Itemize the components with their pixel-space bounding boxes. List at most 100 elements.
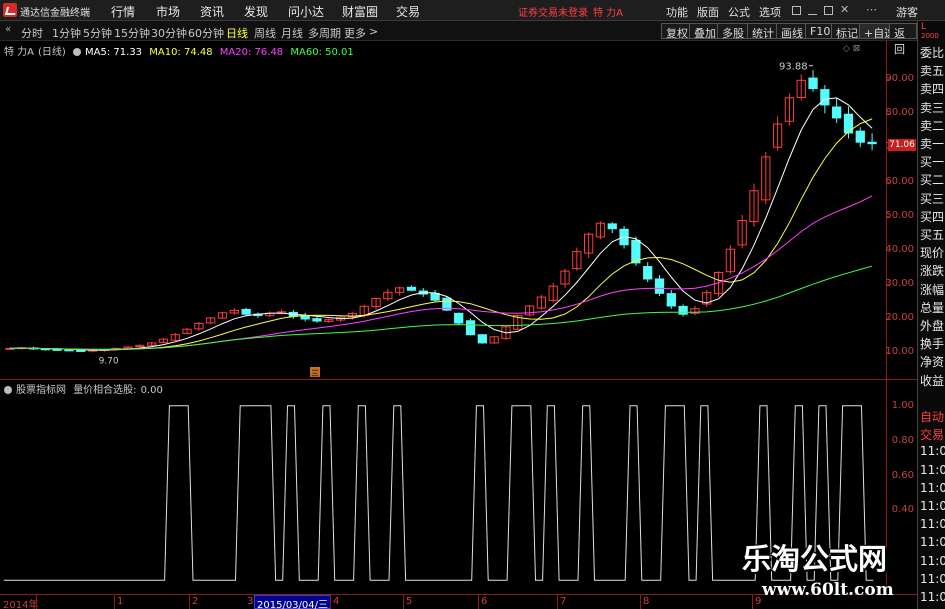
high-price-label: 93.88 xyxy=(779,62,808,73)
menu-item-ask[interactable]: 问小达 xyxy=(288,3,324,20)
period-30min[interactable]: 30分钟 xyxy=(151,25,187,41)
indicator-settings-icon[interactable] xyxy=(4,386,12,394)
site-watermark: 乐淘公式网 www.60lt.com xyxy=(728,528,918,608)
side-panel-row: 买五 xyxy=(920,228,945,242)
candle-body xyxy=(312,318,322,322)
period-monthly[interactable]: 月线 xyxy=(281,25,303,41)
legend-ma20: MA20: 76.48 xyxy=(219,47,284,58)
period-more[interactable]: 更多 xyxy=(344,25,366,41)
side-panel-row: 换手 xyxy=(920,337,945,352)
side-panel-row: 总量 xyxy=(920,300,945,315)
watermark-title: 乐淘公式网 xyxy=(742,542,888,576)
side-panel-row: 买三 xyxy=(920,191,945,206)
window-icon[interactable] xyxy=(792,6,801,15)
side-panel-row: 11:08 xyxy=(920,517,945,532)
indicator-tick-label: 0.40 xyxy=(891,504,914,516)
date-label: 2 xyxy=(192,596,199,607)
statistics-button[interactable]: 统计 xyxy=(747,23,779,40)
legend-settings-icon[interactable] xyxy=(73,48,82,56)
indicator-title: 股票指标网 xyxy=(16,385,66,396)
menu-functions[interactable]: 功能 xyxy=(666,4,688,20)
side-panel-row: 委比 xyxy=(920,46,945,60)
period-weekly[interactable]: 周线 xyxy=(254,25,276,41)
current-price-tag: 71.06 xyxy=(888,139,916,151)
side-panel-row: 卖二 xyxy=(920,118,945,133)
indicator-tick-label: 0.60 xyxy=(891,469,914,481)
side-panel-row: 卖三 xyxy=(920,100,945,115)
price-tick-mark xyxy=(887,113,890,115)
side-panel-row: 买四 xyxy=(920,209,945,224)
price-tick-mark xyxy=(887,215,890,217)
chevron-left-icon[interactable]: « xyxy=(5,24,11,35)
side-panel-row: 涨幅 xyxy=(920,282,945,297)
multi-stock-button[interactable]: 多股 xyxy=(717,23,749,40)
menu-formula[interactable]: 公式 xyxy=(728,4,750,20)
menu-item-wealth[interactable]: 财富圈 xyxy=(342,3,378,20)
candle-body xyxy=(454,312,464,324)
candle-body xyxy=(678,305,688,315)
candle-body xyxy=(477,334,487,344)
ma20-line xyxy=(9,195,873,350)
side-panel-row: 卖一 xyxy=(920,137,945,151)
guest-label[interactable]: 游客 xyxy=(896,4,918,20)
indicator-tick-label: 0.80 xyxy=(891,434,914,446)
side-panel-row: 现价 xyxy=(920,246,945,261)
candle-body xyxy=(654,278,665,294)
date-label: 3 xyxy=(247,596,254,607)
chevron-right-icon[interactable]: > xyxy=(369,25,378,38)
menu-bar: 通达信金融终端 行情 市场 资讯 发现 问小达 财富圈 交易 证券交易未登录 特… xyxy=(0,0,945,21)
menu-item-trade[interactable]: 交易 xyxy=(396,3,420,20)
price-axis: 90.0080.0070.0060.0050.0040.0030.0020.00… xyxy=(885,41,917,379)
side-panel-row: 卖五 xyxy=(920,64,945,79)
indicator-tick-label: 1.00 xyxy=(891,399,914,411)
candle-body xyxy=(76,349,86,352)
price-tick-mark xyxy=(887,249,890,251)
candle-body xyxy=(64,349,74,352)
candle-body xyxy=(867,141,877,145)
menu-layout[interactable]: 版面 xyxy=(697,4,719,20)
date-label: 8 xyxy=(643,596,650,607)
close-icon[interactable]: ✕ xyxy=(840,3,849,16)
period-intraday[interactable]: 分时 xyxy=(21,25,43,41)
minimize-icon[interactable] xyxy=(808,6,817,15)
candlestick-chart[interactable]: 93.88 9.70 三 特 力A (日线) MA5: 71.33 MA10: 74.… xyxy=(0,41,886,379)
menu-item-news[interactable]: 资讯 xyxy=(200,3,224,20)
date-label: 6 xyxy=(481,596,488,607)
menu-options[interactable]: 选项 xyxy=(759,4,781,20)
current-stock-name: 特 力A xyxy=(593,8,624,19)
side-panel-row: 收益 xyxy=(920,373,945,388)
settings-icon[interactable]: ⋯ xyxy=(866,3,877,16)
period-5min[interactable]: 5分钟 xyxy=(83,25,112,41)
period-multi[interactable]: 多周期 xyxy=(308,25,341,41)
date-label: 7 xyxy=(560,596,567,607)
login-status[interactable]: 证券交易未登录 xyxy=(518,4,588,19)
date-label: 2014年 xyxy=(3,600,39,609)
price-tick-mark xyxy=(887,352,890,354)
side-panel-row: 自动 xyxy=(920,410,945,424)
candle-body xyxy=(52,348,62,351)
side-panel-row: 净资 xyxy=(920,355,945,370)
menu-item-discover[interactable]: 发现 xyxy=(244,3,268,20)
legend-ma10: MA10: 74.48 xyxy=(149,47,213,58)
chart-option-icons[interactable]: ◇ ⊠ xyxy=(843,44,860,54)
menu-item-markets[interactable]: 市场 xyxy=(156,3,180,20)
candle-body xyxy=(666,293,676,307)
period-toolbar: « 分时 1分钟 5分钟 15分钟 30分钟 60分钟 日线 周线 月线 多周期… xyxy=(0,21,917,56)
side-panel-row: 卖四 xyxy=(920,82,945,97)
candle-body xyxy=(832,106,842,119)
menu-item-market[interactable]: 行情 xyxy=(111,3,135,20)
period-daily[interactable]: 日线 xyxy=(226,25,248,41)
legend-stock-name: 特 力A xyxy=(4,47,35,58)
side-panel-row: 买一 xyxy=(920,155,945,170)
period-15min[interactable]: 15分钟 xyxy=(114,25,150,41)
draw-line-button[interactable]: 画线 xyxy=(776,23,808,40)
period-60min[interactable]: 60分钟 xyxy=(188,25,224,41)
side-panel-row: 涨跌 xyxy=(920,264,945,279)
period-1min[interactable]: 1分钟 xyxy=(52,25,81,41)
cursor-date-label: 2015/03/04/三 xyxy=(254,595,332,609)
side-panel-row: 外盘 xyxy=(920,319,945,333)
candle-body xyxy=(643,266,653,280)
price-tick-mark xyxy=(887,318,890,320)
maximize-icon[interactable] xyxy=(824,6,833,15)
back-button[interactable]: 返回 xyxy=(889,23,917,56)
